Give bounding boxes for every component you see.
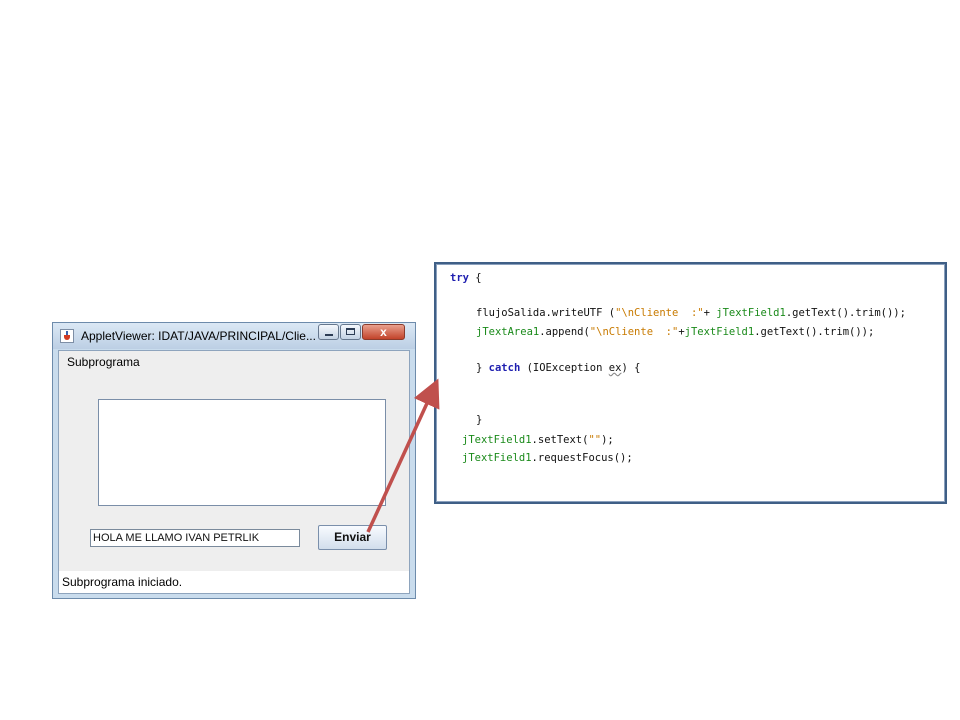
applet-window: AppletViewer: IDAT/JAVA/PRINCIPAL/Clie..… bbox=[52, 322, 416, 599]
status-bar: Subprograma iniciado. bbox=[59, 571, 409, 593]
applet-label: Subprograma bbox=[67, 355, 140, 369]
java-icon bbox=[60, 329, 74, 343]
message-input[interactable]: HOLA ME LLAMO IVAN PETRLIK bbox=[90, 529, 300, 547]
chat-text-area[interactable] bbox=[98, 399, 386, 506]
minimize-button[interactable] bbox=[318, 324, 339, 340]
close-icon: x bbox=[380, 325, 387, 339]
code-line-catch: } catch (IOException ex) { bbox=[476, 362, 641, 374]
code-panel: try { flujoSalida.writeUTF ("\nCliente :… bbox=[434, 262, 947, 504]
applet-content: Subprograma HOLA ME LLAMO IVAN PETRLIK E… bbox=[58, 350, 410, 594]
code-line-writeutf: flujoSalida.writeUTF ("\nCliente :"+ jTe… bbox=[476, 307, 906, 319]
code-line-append: jTextArea1.append("\nCliente :"+jTextFie… bbox=[476, 326, 875, 338]
maximize-icon bbox=[346, 328, 355, 335]
code-line-close-brace: } bbox=[476, 414, 483, 426]
code-line-settext: jTextField1.setText(""); bbox=[462, 434, 614, 446]
send-button[interactable]: Enviar bbox=[318, 525, 387, 550]
window-title: AppletViewer: IDAT/JAVA/PRINCIPAL/Clie..… bbox=[81, 329, 316, 343]
code-line-requestfocus: jTextField1.requestFocus(); bbox=[462, 452, 633, 464]
minimize-icon bbox=[325, 334, 333, 336]
maximize-button[interactable] bbox=[340, 324, 361, 340]
close-button[interactable]: x bbox=[362, 324, 405, 340]
title-bar[interactable]: AppletViewer: IDAT/JAVA/PRINCIPAL/Clie..… bbox=[53, 323, 415, 349]
code-line-try: try { bbox=[450, 272, 482, 284]
